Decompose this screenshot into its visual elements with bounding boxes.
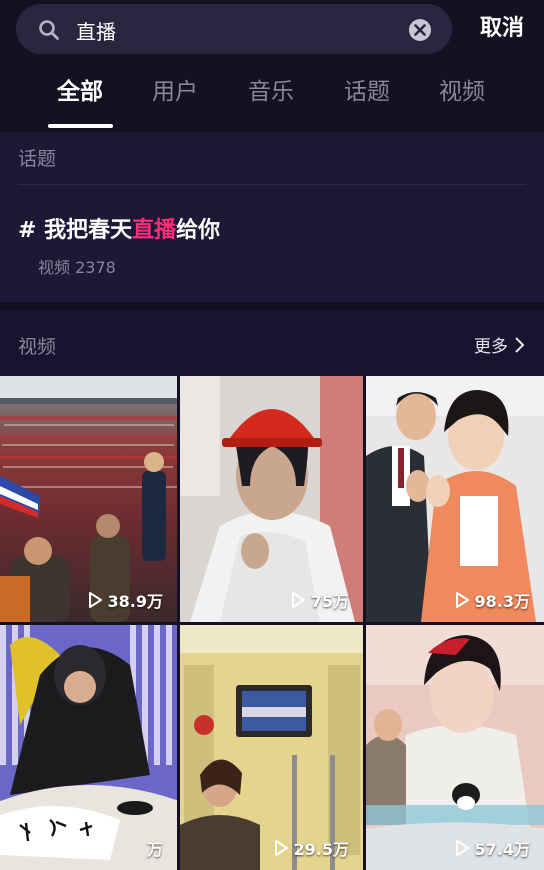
tab-music[interactable]: 音乐 <box>231 76 311 116</box>
divider <box>18 184 526 185</box>
topic-title-after: 给你 <box>176 218 221 243</box>
play-count: 万 <box>147 836 163 860</box>
search-icon <box>39 20 59 40</box>
topic-section-heading: 话题 <box>18 148 57 170</box>
host-image <box>366 625 544 870</box>
topic-title[interactable]: # 我把春天直播给你 <box>18 212 220 244</box>
video-thumbnail[interactable]: 75万 <box>180 376 363 622</box>
tab-topics[interactable]: 话题 <box>327 76 407 116</box>
video-thumbnail[interactable]: 98.3万 <box>366 376 544 622</box>
calligraphy-image <box>0 625 177 870</box>
play-count-value: 29.5万 <box>293 840 349 859</box>
play-count: 29.5万 <box>274 836 349 860</box>
search-row: 取消 <box>0 0 544 60</box>
play-count-value: 万 <box>146 840 163 859</box>
play-count: 57.4万 <box>455 836 530 860</box>
video-grid: 38.9万 75万 98.3万 万 29.5万 57.4万 <box>0 376 544 870</box>
tab-users[interactable]: 用户 <box>135 76 215 116</box>
topic-section: 话题 # 我把春天直播给你 视频 2378 <box>0 132 544 302</box>
tab-videos[interactable]: 视频 <box>422 76 502 116</box>
search-input[interactable] <box>76 17 396 43</box>
more-label: 更多 <box>474 337 508 357</box>
video-thumbnail[interactable]: 57.4万 <box>366 625 544 870</box>
play-count-value: 38.9万 <box>107 592 163 611</box>
play-icon <box>291 592 305 608</box>
presenters-image <box>366 376 544 622</box>
play-icon <box>455 592 469 608</box>
clear-icon[interactable] <box>408 18 432 42</box>
section-gap <box>0 302 544 310</box>
cancel-button[interactable]: 取消 <box>470 12 534 46</box>
search-box[interactable] <box>16 4 452 54</box>
chevron-right-icon <box>515 336 525 353</box>
tab-active-indicator <box>48 124 113 128</box>
play-count: 38.9万 <box>88 588 163 612</box>
more-link[interactable]: 更多 <box>474 332 526 357</box>
video-section-heading: 视频 <box>18 336 57 358</box>
video-section-header: 视频 更多 <box>0 310 544 376</box>
play-icon <box>274 840 288 856</box>
play-count-value: 57.4万 <box>474 840 530 859</box>
play-count: 98.3万 <box>455 588 530 612</box>
topic-title-before: 我把春天 <box>44 218 133 243</box>
play-icon <box>88 592 102 608</box>
tab-all[interactable]: 全部 <box>40 76 120 116</box>
topic-video-count: 视频 2378 <box>38 258 116 277</box>
play-count: 75万 <box>291 588 349 612</box>
video-thumbnail[interactable]: 万 <box>0 625 177 870</box>
app-screen: 取消 全部 用户 音乐 话题 视频 话题 # 我把春天直播给你 视频 2378 … <box>0 0 544 870</box>
stadium-crowd-image <box>0 376 177 622</box>
hash-symbol: # <box>18 218 37 243</box>
play-count-value: 98.3万 <box>474 592 530 611</box>
topic-title-highlight: 直播 <box>132 218 177 243</box>
play-icon <box>455 840 469 856</box>
play-count-value: 75万 <box>310 592 349 611</box>
tab-bar: 全部 用户 音乐 话题 视频 <box>0 64 544 132</box>
subway-image <box>180 625 363 870</box>
video-thumbnail[interactable]: 29.5万 <box>180 625 363 870</box>
video-thumbnail[interactable]: 38.9万 <box>0 376 177 622</box>
helmet-person-image <box>180 376 363 622</box>
